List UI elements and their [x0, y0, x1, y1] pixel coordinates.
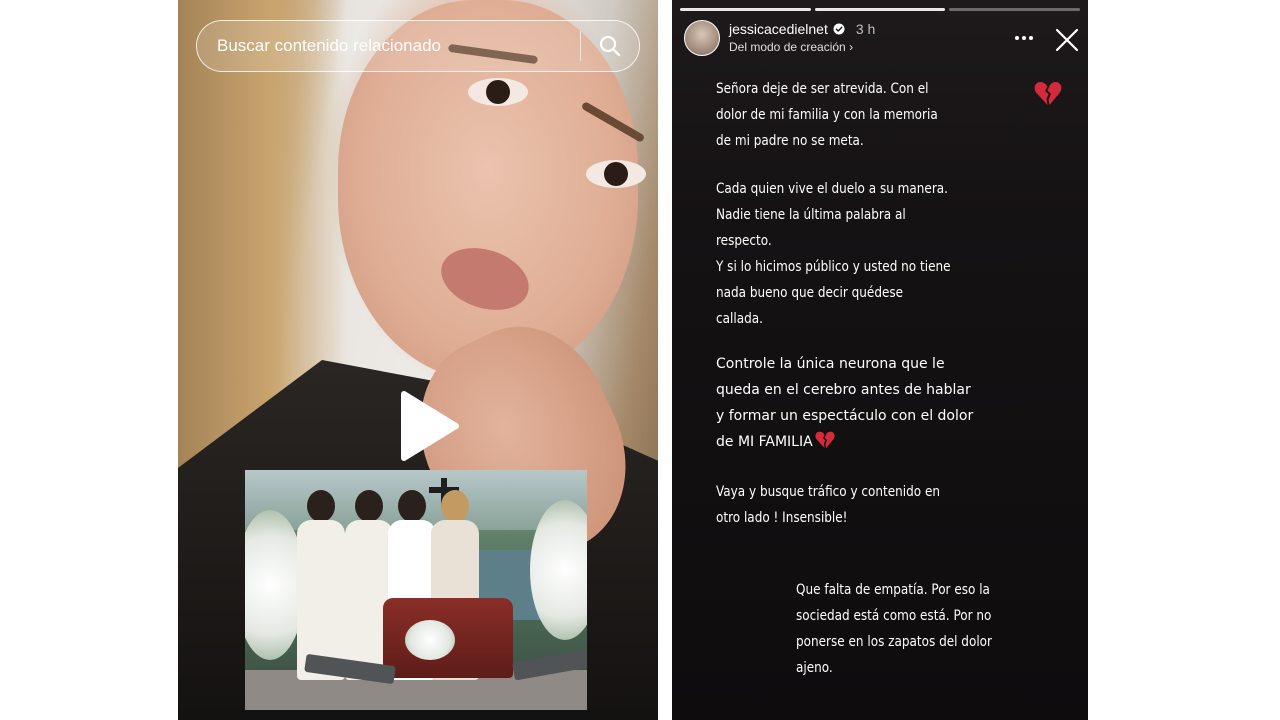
avatar[interactable] [684, 20, 720, 56]
search-button[interactable] [581, 21, 639, 71]
post-time: 3 h [855, 21, 876, 37]
story-paragraph: Señora deje de ser atrevida. Con el dolo… [716, 81, 938, 149]
story-paragraph-wrapper: Controle la única neurona que le queda e… [716, 351, 1076, 455]
creation-mode-link[interactable]: Del modo de creación › [729, 40, 853, 54]
flower-arrangement [405, 620, 455, 660]
broken-heart-icon [815, 431, 835, 449]
story-panel: jessicacedielnet 3 h Del modo de creació… [672, 0, 1088, 720]
story-progress-bar [680, 8, 1081, 11]
funeral-photo [245, 470, 587, 710]
search-bar [196, 20, 640, 72]
flower-arrangement [245, 510, 305, 660]
broken-heart-icon [1034, 82, 1062, 105]
close-icon [1055, 28, 1079, 52]
verified-badge-icon [833, 23, 845, 35]
story-paragraph: Controle la única neurona que le queda e… [716, 356, 974, 450]
story-progress-segment [814, 8, 946, 11]
username[interactable]: jessicacedielnet [729, 21, 828, 37]
more-options-button[interactable] [1012, 26, 1036, 50]
search-input[interactable] [215, 35, 580, 57]
story-progress-segment [949, 8, 1081, 11]
story-paragraph: Que falta de empatía. Por eso la socieda… [796, 582, 992, 676]
more-options-icon [1015, 36, 1033, 40]
mourner-figure [297, 490, 345, 680]
video-frame-eye [586, 160, 646, 188]
search-icon [599, 35, 621, 57]
story-paragraph: Vaya y busque tráfico y contenido en otr… [716, 484, 941, 526]
play-button[interactable] [386, 386, 466, 466]
story-header: jessicacedielnet 3 h [729, 21, 875, 37]
video-panel[interactable] [178, 0, 658, 720]
play-icon [401, 391, 459, 461]
close-button[interactable] [1053, 26, 1081, 54]
story-progress-segment [680, 8, 811, 11]
video-frame-eye [468, 78, 528, 106]
story-paragraph: Cada quien vive el duelo a su manera. Na… [716, 181, 951, 327]
